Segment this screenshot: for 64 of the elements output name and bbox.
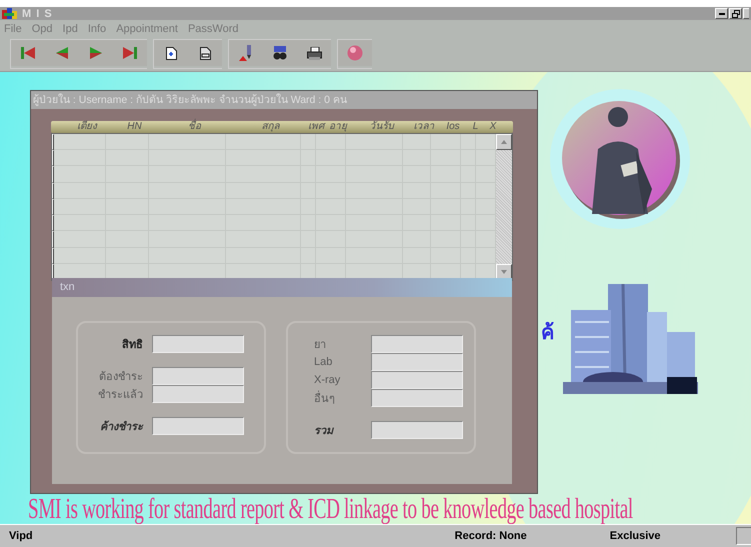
- previous-record-icon: [56, 47, 68, 59]
- input-field[interactable]: [371, 335, 463, 353]
- field-label: X-ray: [313, 374, 342, 386]
- column-header: Ios: [445, 121, 461, 133]
- field-label: ต้องชำระ: [98, 370, 144, 385]
- partial-text: ค้: [541, 320, 554, 346]
- document-icon: [200, 46, 210, 60]
- input-field[interactable]: [371, 389, 463, 407]
- ball-icon: [347, 45, 363, 61]
- column-header: X: [488, 121, 498, 133]
- column-header: HN: [126, 121, 143, 133]
- field-label: Lab: [313, 356, 334, 368]
- field-label: ชำระแล้ว: [97, 388, 144, 403]
- field-label: สิทธิ: [121, 338, 144, 353]
- input-field[interactable]: [152, 367, 244, 385]
- down-arrow-icon: [501, 270, 507, 274]
- banner-text: SMI is working for standard report & ICD linkage to be knowledge based hospital: [28, 495, 633, 524]
- toolbar-button[interactable]: [154, 40, 188, 66]
- binoculars-icon: [273, 46, 287, 60]
- last-record-icon: [123, 47, 137, 59]
- menu-item[interactable]: Ipd: [62, 22, 78, 34]
- toolbar-button[interactable]: [297, 40, 331, 66]
- up-arrow-icon: [501, 140, 507, 144]
- status-panel: [736, 527, 751, 545]
- input-field[interactable]: [152, 385, 244, 403]
- window-title: M I S: [22, 8, 53, 20]
- scroll-up-button[interactable]: [496, 134, 512, 150]
- printer-icon: [306, 46, 322, 60]
- column-header: สกุล: [260, 121, 281, 133]
- status-text: Exclusive: [610, 530, 661, 542]
- field-label: อื่นๆ: [288, 389, 371, 407]
- pen-icon: [239, 45, 253, 61]
- app-icon: [2, 8, 18, 20]
- next-record-icon: [90, 47, 102, 59]
- restore-icon: [732, 10, 740, 18]
- input-field[interactable]: [152, 417, 244, 435]
- column-header: L: [472, 121, 480, 133]
- menu-item[interactable]: Appointment: [116, 22, 178, 34]
- menu-item[interactable]: Info: [88, 22, 106, 34]
- restore-button[interactable]: [729, 8, 742, 19]
- minimize-icon: [718, 12, 724, 14]
- toolbar-button[interactable]: [188, 40, 222, 66]
- panel-title: txn: [52, 278, 512, 297]
- first-record-icon: [21, 47, 35, 59]
- column-header: ชื่อ: [156, 121, 233, 133]
- column-header: อายุ: [328, 121, 348, 133]
- field-label: ค้างชำระ: [99, 420, 144, 435]
- menu-item[interactable]: Opd: [32, 22, 53, 34]
- minimize-button[interactable]: [715, 8, 728, 19]
- input-field[interactable]: [371, 353, 463, 371]
- column-header: เตียง: [76, 121, 98, 133]
- status-text: Record: None: [454, 530, 527, 542]
- column-header: วันรับ: [368, 121, 396, 133]
- input-field[interactable]: [152, 335, 244, 353]
- input-field[interactable]: [371, 421, 463, 439]
- field-label: ยา: [313, 338, 327, 353]
- new-document-icon: [166, 46, 176, 60]
- column-header: เวลา: [412, 121, 436, 133]
- column-header: เพศ: [308, 121, 323, 133]
- menu-item[interactable]: File: [4, 22, 22, 34]
- field-label: รวม: [313, 424, 335, 439]
- menu-item[interactable]: PassWord: [188, 22, 238, 34]
- input-field[interactable]: [371, 371, 463, 389]
- status-text: Vipd: [8, 530, 33, 542]
